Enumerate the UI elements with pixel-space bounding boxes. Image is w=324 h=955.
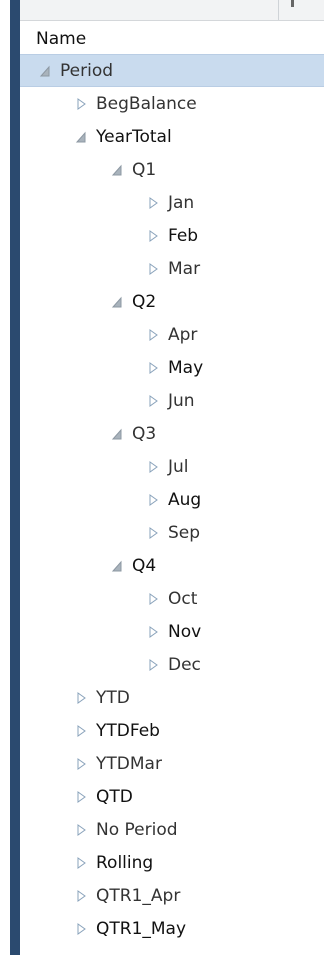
tree-row-may[interactable]: May	[20, 351, 324, 384]
tree-row-label: YearTotal	[96, 126, 172, 147]
tree-row-ytdfeb[interactable]: YTDFeb	[20, 714, 324, 747]
collapsed-triangle-icon[interactable]	[144, 262, 162, 276]
tree-row-sep[interactable]: Sep	[20, 516, 324, 549]
collapsed-triangle-icon[interactable]	[144, 526, 162, 540]
left-accent-bar	[10, 0, 20, 955]
collapsed-triangle-icon[interactable]	[72, 823, 90, 837]
tree-row-label: YTD	[96, 687, 130, 708]
collapsed-triangle-icon[interactable]	[144, 196, 162, 210]
tree-row-label: No Period	[96, 819, 178, 840]
tree-row-mar[interactable]: Mar	[20, 252, 324, 285]
collapsed-triangle-icon[interactable]	[72, 790, 90, 804]
column-header-name[interactable]: Name	[36, 29, 86, 49]
tree-row-label: Nov	[168, 621, 202, 642]
collapsed-triangle-icon[interactable]	[72, 889, 90, 903]
tree-row-label: BegBalance	[96, 93, 197, 114]
expanded-triangle-icon[interactable]	[108, 559, 126, 573]
tree-row-aug[interactable]: Aug	[20, 483, 324, 516]
tree-row-label: Mar	[168, 258, 201, 279]
tree-row-rolling[interactable]: Rolling	[20, 846, 324, 879]
collapsed-triangle-icon[interactable]	[72, 922, 90, 936]
tree-row-label: Sep	[168, 522, 201, 543]
tree-row-label: May	[168, 357, 204, 378]
collapsed-triangle-icon[interactable]	[144, 625, 162, 639]
collapsed-triangle-icon[interactable]	[144, 658, 162, 672]
toolbar-strip	[20, 0, 324, 21]
collapsed-triangle-icon[interactable]	[144, 361, 162, 375]
toolbar-mark	[291, 0, 294, 7]
collapsed-triangle-icon[interactable]	[72, 757, 90, 771]
tree-row-no-period[interactable]: No Period	[20, 813, 324, 846]
tree-row-label: QTR1_Apr	[96, 885, 181, 906]
expanded-triangle-icon[interactable]	[108, 427, 126, 441]
tree-row-begbalance[interactable]: BegBalance	[20, 87, 324, 120]
tree-row-label: Feb	[168, 225, 199, 246]
tree-row-label: Rolling	[96, 852, 154, 873]
collapsed-triangle-icon[interactable]	[144, 460, 162, 474]
tree-row-apr[interactable]: Apr	[20, 318, 324, 351]
tree-row-label: Jul	[168, 456, 189, 477]
tree-row-label: Oct	[168, 588, 198, 609]
tree-row-jan[interactable]: Jan	[20, 186, 324, 219]
tree-row-label: Period	[60, 60, 114, 81]
tree-row-period[interactable]: Period	[20, 54, 324, 87]
collapsed-triangle-icon[interactable]	[72, 856, 90, 870]
tree-row-oct[interactable]: Oct	[20, 582, 324, 615]
tree-row-nov[interactable]: Nov	[20, 615, 324, 648]
window-edge	[0, 0, 10, 955]
expanded-triangle-icon[interactable]	[72, 130, 90, 144]
tree-row-label: Jan	[168, 192, 195, 213]
expanded-triangle-icon[interactable]	[36, 64, 54, 78]
tree-row-dec[interactable]: Dec	[20, 648, 324, 681]
tree-row-qtr1-apr[interactable]: QTR1_Apr	[20, 879, 324, 912]
tree-row-q3[interactable]: Q3	[20, 417, 324, 450]
tree-row-label: Q2	[132, 291, 157, 312]
column-header-row: Name	[20, 25, 324, 53]
tree-row-label: Q4	[132, 555, 157, 576]
expanded-triangle-icon[interactable]	[108, 295, 126, 309]
tree-row-label: Jun	[168, 390, 195, 411]
collapsed-triangle-icon[interactable]	[144, 229, 162, 243]
tree-row-ytd[interactable]: YTD	[20, 681, 324, 714]
tree-row-jun[interactable]: Jun	[20, 384, 324, 417]
collapsed-triangle-icon[interactable]	[72, 97, 90, 111]
collapsed-triangle-icon[interactable]	[144, 592, 162, 606]
collapsed-triangle-icon[interactable]	[144, 493, 162, 507]
tree-row-feb[interactable]: Feb	[20, 219, 324, 252]
toolbar-separator	[278, 0, 279, 20]
tree-row-label: QTD	[96, 786, 133, 807]
dimension-tree-panel: Name Period BegBalance YearTotal Q1 Jan Feb Ma…	[20, 21, 324, 955]
tree-row-yeartotal[interactable]: YearTotal	[20, 120, 324, 153]
tree-row-label: Aug	[168, 489, 202, 510]
tree-row-label: Dec	[168, 654, 201, 675]
tree-row-label: Q1	[132, 159, 157, 180]
tree-row-q4[interactable]: Q4	[20, 549, 324, 582]
tree-row-label: YTDMar	[96, 753, 162, 774]
tree-row-label: Q3	[132, 423, 157, 444]
tree-row-label: QTR1_May	[96, 918, 187, 939]
collapsed-triangle-icon[interactable]	[72, 724, 90, 738]
tree-row-ytdmar[interactable]: YTDMar	[20, 747, 324, 780]
tree-row-jul[interactable]: Jul	[20, 450, 324, 483]
expanded-triangle-icon[interactable]	[108, 163, 126, 177]
collapsed-triangle-icon[interactable]	[144, 328, 162, 342]
tree-row-qtr1-may[interactable]: QTR1_May	[20, 912, 324, 945]
collapsed-triangle-icon[interactable]	[144, 394, 162, 408]
collapsed-triangle-icon[interactable]	[72, 691, 90, 705]
tree-row-label: Apr	[168, 324, 198, 345]
tree-row-label: YTDFeb	[96, 720, 160, 741]
tree-row-q2[interactable]: Q2	[20, 285, 324, 318]
tree-row-q1[interactable]: Q1	[20, 153, 324, 186]
tree-row-qtd[interactable]: QTD	[20, 780, 324, 813]
